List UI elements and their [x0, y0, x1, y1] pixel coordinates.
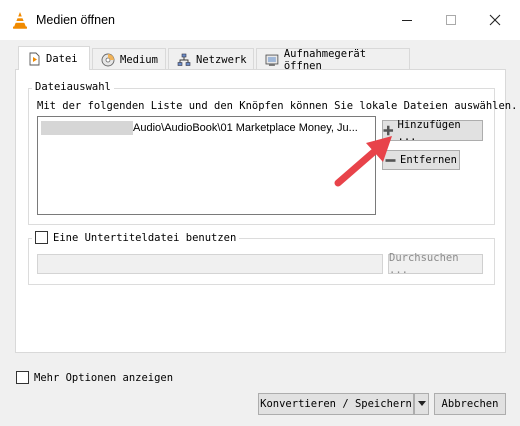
minimize-icon	[402, 20, 412, 21]
subtitle-checkbox-row: Eine Untertiteldatei benutzen	[32, 231, 240, 244]
chevron-down-icon	[417, 401, 426, 406]
annotation-arrow-icon	[334, 136, 392, 187]
vlc-cone-icon	[13, 12, 27, 29]
tab-medium[interactable]: Medium	[92, 48, 166, 70]
tab-label: Datei	[46, 52, 78, 65]
disc-icon	[101, 53, 115, 66]
file-icon	[29, 52, 40, 65]
file-path: Audio\AudioBook\01 Marketplace Money, Ju…	[133, 122, 358, 134]
cancel-label: Abbrechen	[441, 398, 499, 410]
tab-label: Aufnahmegerät öffnen	[283, 47, 367, 72]
close-button[interactable]	[480, 8, 510, 32]
convert-dropdown-button[interactable]	[414, 393, 429, 415]
browse-subtitle-button: Durchsuchen ...	[388, 252, 483, 276]
tab-label: Netzwerk	[196, 53, 247, 66]
file-list-item[interactable]: Audio\AudioBook\01 Marketplace Money, Ju…	[41, 121, 374, 136]
subtitle-checkbox-label: Eine Untertiteldatei benutzen	[53, 231, 237, 244]
tab-datei[interactable]: Datei	[18, 46, 90, 70]
file-selection-description: Mit der folgenden Liste und den Knöpfen …	[37, 100, 518, 112]
browse-subtitle-label: Durchsuchen ...	[389, 252, 459, 276]
maximize-button[interactable]	[436, 8, 466, 32]
cancel-button[interactable]: Abbrechen	[434, 393, 506, 415]
subtitle-file-input	[37, 254, 383, 274]
file-list[interactable]: Audio\AudioBook\01 Marketplace Money, Ju…	[37, 116, 376, 215]
capture-device-icon	[265, 54, 279, 66]
add-file-label: Hinzufügen ...	[397, 118, 461, 143]
network-icon	[177, 53, 191, 66]
more-options-checkbox[interactable]	[16, 371, 29, 384]
redacted-path-prefix	[41, 121, 133, 135]
close-icon	[489, 14, 501, 26]
convert-save-button[interactable]: Konvertieren / Speichern	[258, 393, 414, 415]
title-bar: Medien öffnen	[0, 0, 520, 40]
window-title: Medien öffnen	[36, 13, 115, 27]
tab-aufnahmegeraet[interactable]: Aufnahmegerät öffnen	[256, 47, 410, 72]
subtitle-checkbox[interactable]	[35, 231, 48, 244]
tab-netzwerk[interactable]: Netzwerk	[168, 48, 254, 70]
file-selection-group-label: Dateiauswahl	[32, 81, 114, 93]
tab-label: Medium	[120, 53, 158, 66]
convert-save-label: Konvertieren / Speichern	[260, 398, 412, 410]
open-media-dialog: Medien öffnen Datei Medium Netzwerk Aufn…	[0, 0, 520, 426]
maximize-icon	[446, 15, 456, 25]
more-options-row[interactable]: Mehr Optionen anzeigen	[16, 371, 173, 384]
minimize-button[interactable]	[392, 8, 422, 32]
more-options-label: Mehr Optionen anzeigen	[34, 371, 174, 384]
